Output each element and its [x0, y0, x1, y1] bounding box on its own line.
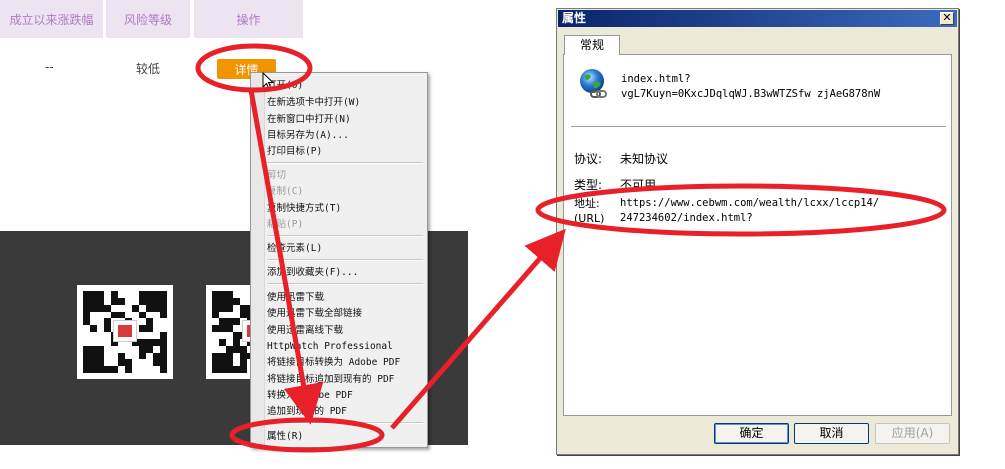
address-label-line-1: 地址:: [574, 197, 600, 210]
menu-separator: [267, 235, 423, 237]
protocol-value: 未知协议: [620, 152, 669, 166]
menu-item-convert-link-pdf[interactable]: 将链接目标转换为 Adobe PDF: [267, 355, 400, 371]
type-value: 不可用: [620, 178, 657, 192]
menu-item-save-target-as[interactable]: 目标另存为(A)...: [267, 128, 349, 144]
menu-item-httpwatch[interactable]: HttpWatch Professional: [267, 339, 393, 355]
menu-item-thunder-download-all[interactable]: 使用迅雷下载全部链接: [267, 306, 362, 322]
menu-item-cut: 剪切: [267, 170, 287, 181]
type-label: 类型:: [574, 178, 603, 192]
dialog-title: 属性: [562, 11, 587, 25]
cancel-button[interactable]: 取消: [794, 423, 869, 444]
file-name-line-1: index.html?: [621, 73, 691, 85]
menu-separator: [267, 283, 423, 285]
address-line-1: https://www.cebwm.com/wealth/lcxx/lccp14…: [620, 197, 880, 209]
general-panel: index.html? vgL7Kuyn=0KxcJDqlqWJ.B3wWTZS…: [563, 54, 952, 416]
tab-general[interactable]: 常规: [564, 35, 620, 55]
menu-item-convert-pdf[interactable]: 转换为 Adobe PDF: [267, 388, 353, 404]
menu-item-add-favorites[interactable]: 添加到收藏夹(F)...: [267, 265, 358, 281]
header-change-since-inception: 成立以来涨跌幅: [0, 0, 103, 38]
menu-separator: [267, 259, 423, 261]
menu-item-paste: 粘贴(P): [267, 219, 304, 230]
divider: [571, 126, 946, 127]
header-risk-level: 风险等级: [106, 0, 190, 38]
dialog-titlebar: 属性 ✕: [558, 10, 957, 27]
cell-risk-value: 较低: [136, 62, 161, 76]
menu-separator: [267, 162, 423, 164]
address-line-2: 247234602/index.html?: [620, 212, 753, 224]
menu-item-inspect-element[interactable]: 检查元素(L): [267, 241, 322, 257]
menu-item-copy: 复制(C): [267, 186, 304, 197]
menu-item-open-new-window[interactable]: 在新窗口中打开(N): [267, 112, 351, 128]
qr-logo: [113, 320, 137, 342]
address-label-line-2: (URL): [574, 212, 605, 225]
protocol-label: 协议:: [574, 152, 603, 166]
menu-item-thunder-offline[interactable]: 使用迅雷离线下载: [267, 323, 343, 339]
close-icon[interactable]: ✕: [940, 12, 954, 25]
context-menu: 打开(O) 在新选项卡中打开(W) 在新窗口中打开(N) 目标另存为(A)...…: [250, 72, 428, 448]
header-action: 操作: [194, 0, 303, 38]
menu-item-copy-shortcut[interactable]: 复制快捷方式(T): [267, 201, 341, 217]
menu-item-append-link-pdf[interactable]: 将链接目标追加到现有的 PDF: [267, 372, 394, 388]
file-name-line-2: vgL7Kuyn=0KxcJDqlqWJ.B3wWTZSfw zjAeG878n…: [621, 88, 881, 100]
menu-item-print-target[interactable]: 打印目标(P): [267, 144, 322, 160]
address-value[interactable]: https://www.cebwm.com/wealth/lcxx/lccp14…: [620, 196, 879, 226]
properties-dialog: 属性 ✕ 常规 index.html? vgL7Kuyn=0KxcJDqlqWJ…: [556, 8, 959, 455]
menu-item-properties[interactable]: 属性(R): [267, 429, 303, 445]
qr-code-icon: [77, 285, 173, 379]
menu-item-thunder-download[interactable]: 使用迅雷下载: [267, 290, 324, 306]
menu-gutter: [251, 73, 265, 447]
address-label: 地址: (URL): [574, 196, 604, 226]
ok-button[interactable]: 确定: [714, 423, 789, 444]
cursor-arrow-icon: [262, 72, 274, 90]
menu-item-open-new-tab[interactable]: 在新选项卡中打开(W): [267, 95, 360, 111]
globe-link-icon: [580, 69, 607, 98]
apply-button: 应用(A): [875, 423, 950, 444]
menu-separator: [267, 422, 423, 424]
menu-item-append-pdf[interactable]: 追加到现有的 PDF: [267, 404, 347, 420]
cell-change-value: --: [45, 60, 54, 74]
file-name: index.html? vgL7Kuyn=0KxcJDqlqWJ.B3wWTZS…: [621, 72, 880, 102]
